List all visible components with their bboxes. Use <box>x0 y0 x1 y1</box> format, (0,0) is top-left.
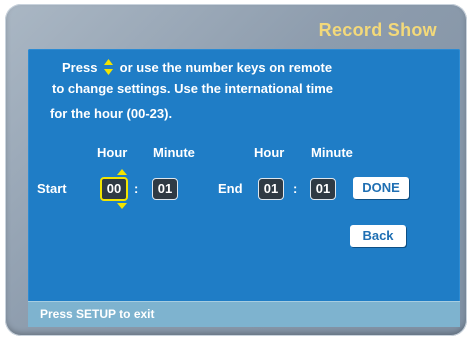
start-hour-header: Hour <box>97 145 128 160</box>
start-minute-field[interactable]: 01 <box>152 178 178 200</box>
end-label: End <box>218 181 243 196</box>
instructions-press: Press <box>62 60 102 75</box>
start-time-separator: : <box>134 181 139 196</box>
decrement-arrow-icon[interactable] <box>117 203 127 209</box>
footer-hint: Press SETUP to exit <box>40 307 155 321</box>
end-minute-header: Minute <box>311 145 353 160</box>
instructions: Press or use the number keys on remote t… <box>39 57 454 124</box>
screen-title: Record Show <box>318 20 437 40</box>
end-hour-header: Hour <box>254 145 285 160</box>
increment-arrow-icon[interactable] <box>117 169 127 175</box>
instructions-line-3: for the hour (00-23). <box>50 106 173 121</box>
done-button[interactable]: DONE <box>353 177 409 199</box>
instructions-line-1: Press or use the number keys on remote <box>39 57 454 78</box>
up-down-arrows-icon <box>104 59 114 75</box>
end-hour-field[interactable]: 01 <box>258 178 284 200</box>
start-minute-header: Minute <box>153 145 195 160</box>
dialog-frame: Record Show Press or use the number keys… <box>5 4 467 336</box>
start-label: Start <box>37 181 67 196</box>
footer-bar: Press SETUP to exit <box>28 301 460 327</box>
instructions-line-1-rest: or use the number keys on remote <box>116 60 333 75</box>
start-hour-field[interactable]: 00 <box>100 177 128 201</box>
end-time-separator: : <box>293 181 298 196</box>
back-button[interactable]: Back <box>350 225 406 247</box>
instructions-line-2: to change settings. Use the internationa… <box>52 81 333 96</box>
record-panel: Press or use the number keys on remote t… <box>28 49 460 327</box>
end-minute-field[interactable]: 01 <box>310 178 336 200</box>
